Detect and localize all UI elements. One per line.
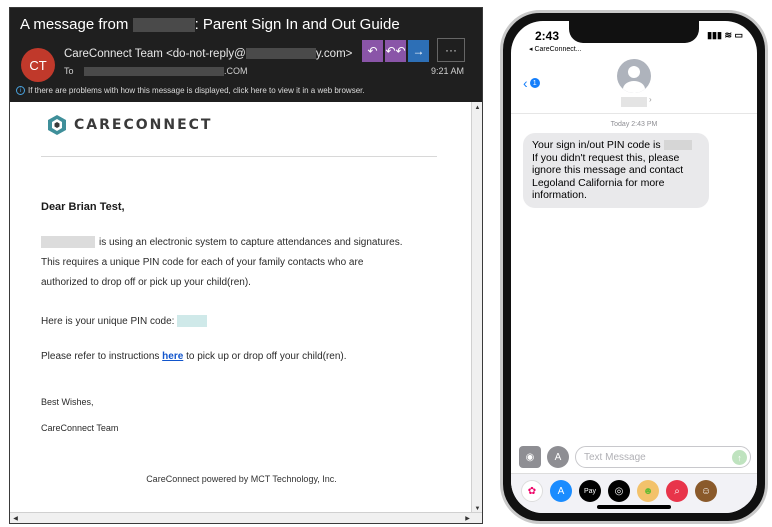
redacted-text (245, 48, 316, 60)
redacted-text (84, 67, 225, 77)
sender-address: CareConnect Team <do-not-reply@ y.com> (64, 48, 353, 60)
signature: CareConnect Team (41, 423, 119, 433)
info-bar[interactable]: i If there are problems with how this me… (16, 86, 365, 95)
message-input[interactable]: Text Message ↑ (575, 446, 751, 468)
horizontal-scrollbar[interactable]: ◀ ▶ (10, 512, 482, 523)
home-indicator[interactable] (597, 505, 671, 509)
closing: Best Wishes, (41, 397, 94, 407)
reply-button[interactable]: ↶ (362, 40, 383, 62)
vertical-scrollbar[interactable]: ▲ ▼ (471, 102, 482, 514)
instructions-link[interactable]: here (162, 351, 183, 362)
app-drawer-icons: ✿ A Pay ◎ ☻ ⌕ ☺ (521, 480, 717, 502)
divider (511, 113, 757, 114)
body-paragraph-1: is using an electronic system to capture… (41, 236, 403, 288)
careconnect-logo: CARECONNECT (46, 114, 212, 136)
received-time: 9:21 AM (430, 66, 464, 76)
divider (41, 156, 437, 157)
scroll-right-icon[interactable]: ▶ (463, 514, 472, 523)
instructions-line: Please refer to instructions here to pic… (41, 351, 347, 362)
email-footer: CareConnect powered by MCT Technology, I… (146, 474, 337, 484)
info-icon: i (16, 86, 25, 95)
greeting: Dear Brian Test, (41, 201, 125, 213)
email-header: A message from : Parent Sign In and Out … (10, 8, 482, 102)
chevron-right-icon: › (649, 95, 652, 104)
phone-frame: 2:43 ◂ CareConnect... ▮▮▮ ≋ ▭ ‹ 1 › Toda… (500, 10, 768, 524)
scroll-left-icon[interactable]: ◀ (11, 514, 20, 523)
more-actions-button[interactable]: ··· (437, 38, 465, 62)
app-store-icon[interactable]: A (547, 446, 569, 468)
search-images-icon[interactable]: ⌕ (666, 480, 688, 502)
pin-line: Here is your unique PIN code: (41, 312, 208, 332)
message-bubble: Your sign in/out PIN code is If you didn… (523, 133, 709, 208)
chevron-left-icon: ‹ (523, 75, 528, 91)
careconnect-logo-icon (48, 115, 66, 135)
photos-icon[interactable]: ✿ (521, 480, 543, 502)
send-icon[interactable]: ↑ (732, 450, 747, 465)
redacted-text (41, 236, 95, 249)
message-actions: ↶ ↶↶ → (362, 40, 429, 62)
activity-icon[interactable]: ◎ (608, 480, 630, 502)
redacted-pin (663, 140, 692, 151)
sender-avatar: CT (21, 48, 55, 82)
email-body: CARECONNECT Dear Brian Test, is using an… (10, 102, 473, 514)
status-icons: ▮▮▮ ≋ ▭ (707, 30, 743, 40)
message-timestamp: Today 2:43 PM (610, 121, 658, 128)
back-button[interactable]: ‹ 1 (523, 75, 540, 91)
back-to-app[interactable]: ◂ CareConnect... (529, 45, 582, 53)
memoji-icon[interactable]: ☻ (637, 480, 659, 502)
email-window: A message from : Parent Sign In and Out … (9, 7, 483, 524)
apple-pay-icon[interactable]: Pay (579, 480, 601, 502)
compose-bar: ◉ A Text Message ↑ (519, 446, 751, 468)
camera-icon[interactable]: ◉ (519, 446, 541, 468)
contact-avatar[interactable] (617, 59, 651, 93)
forward-button[interactable]: → (408, 40, 429, 62)
person-icon (623, 66, 645, 93)
redacted-contact-name (621, 97, 647, 107)
email-subject: A message from : Parent Sign In and Out … (20, 16, 400, 33)
redacted-text (132, 18, 195, 33)
scroll-up-icon[interactable]: ▲ (473, 103, 482, 112)
phone-screen: 2:43 ◂ CareConnect... ▮▮▮ ≋ ▭ ‹ 1 › Toda… (511, 21, 757, 513)
recipient-line: To .COM (64, 66, 248, 77)
animoji-icon[interactable]: ☺ (695, 480, 717, 502)
status-time: 2:43 (535, 29, 560, 43)
app-store-icon[interactable]: A (550, 480, 572, 502)
unread-badge: 1 (529, 78, 540, 88)
redacted-pin (177, 315, 208, 328)
phone-notch (569, 21, 699, 43)
reply-all-button[interactable]: ↶↶ (385, 40, 406, 62)
